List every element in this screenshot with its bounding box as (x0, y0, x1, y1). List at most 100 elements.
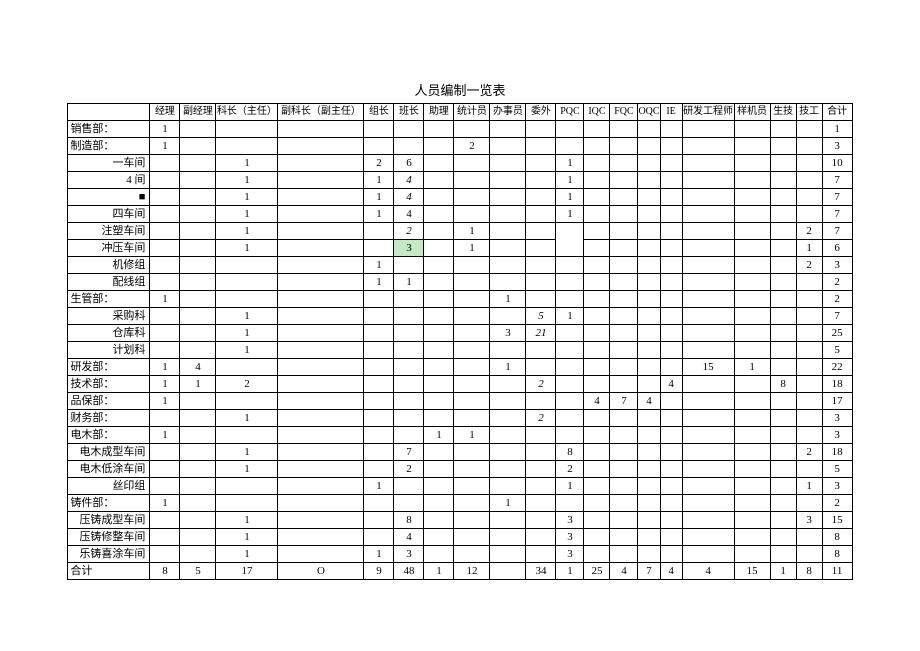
cell: 1 (734, 359, 770, 376)
cell (660, 478, 682, 495)
col-header: 样机员 (734, 104, 770, 121)
cell (556, 359, 584, 376)
cell (682, 325, 734, 342)
cell: 8 (822, 546, 852, 563)
cell (584, 206, 610, 223)
cell (584, 138, 610, 155)
cell (364, 359, 394, 376)
cell: 1 (216, 308, 278, 325)
cell (638, 274, 660, 291)
cell (424, 410, 454, 427)
cell: 4 (610, 563, 638, 580)
cell (638, 410, 660, 427)
cell: 15 (734, 563, 770, 580)
cell (364, 461, 394, 478)
cell (364, 342, 394, 359)
cell: 7 (822, 206, 852, 223)
cell (394, 138, 424, 155)
cell (180, 410, 216, 427)
cell (660, 410, 682, 427)
cell (770, 427, 796, 444)
row-label: 技术部： (68, 376, 150, 393)
cell (490, 155, 526, 172)
table-row: 配线组112 (68, 274, 852, 291)
cell (526, 257, 556, 274)
cell (526, 546, 556, 563)
cell: 1 (150, 393, 180, 410)
cell (682, 172, 734, 189)
cell (364, 495, 394, 512)
cell (556, 427, 584, 444)
row-label: 研发部： (68, 359, 150, 376)
cell (682, 342, 734, 359)
cell (796, 359, 822, 376)
cell: 1 (424, 563, 454, 580)
cell (364, 138, 394, 155)
cell: 1 (216, 529, 278, 546)
cell (424, 495, 454, 512)
table-row: 压铸修整车间1438 (68, 529, 852, 546)
cell (454, 461, 490, 478)
cell (424, 359, 454, 376)
cell: 1 (454, 240, 490, 257)
cell: 1 (364, 274, 394, 291)
cell: 7 (638, 563, 660, 580)
cell: 21 (526, 325, 556, 342)
col-header: 班长 (394, 104, 424, 121)
cell: 2 (822, 291, 852, 308)
cell (180, 478, 216, 495)
cell (610, 512, 638, 529)
cell (180, 342, 216, 359)
cell (584, 223, 610, 240)
cell: 1 (150, 359, 180, 376)
cell (638, 359, 660, 376)
cell (610, 138, 638, 155)
cell (660, 495, 682, 512)
cell (638, 189, 660, 206)
cell (610, 359, 638, 376)
cell: 1 (556, 189, 584, 206)
cell: 4 (394, 189, 424, 206)
cell: 1 (556, 308, 584, 325)
cell (150, 529, 180, 546)
table-row: 采购科1517 (68, 308, 852, 325)
cell (682, 393, 734, 410)
cell (610, 529, 638, 546)
cell: 7 (610, 393, 638, 410)
cell (638, 444, 660, 461)
cell (610, 155, 638, 172)
table-row: 销售部：11 (68, 121, 852, 138)
cell (556, 121, 584, 138)
cell (490, 512, 526, 529)
cell (180, 274, 216, 291)
col-header: 组长 (364, 104, 394, 121)
cell: 3 (394, 240, 424, 257)
col-header: FQC (610, 104, 638, 121)
cell (454, 291, 490, 308)
cell (734, 342, 770, 359)
cell (796, 410, 822, 427)
cell (734, 325, 770, 342)
col-header: 助理 (424, 104, 454, 121)
row-label: 电木部： (68, 427, 150, 444)
row-label: 注塑车间 (68, 223, 150, 240)
cell (770, 342, 796, 359)
cell (454, 393, 490, 410)
cell (150, 410, 180, 427)
row-label: 生管部： (68, 291, 150, 308)
col-header: 生技 (770, 104, 796, 121)
cell (610, 376, 638, 393)
cell (180, 308, 216, 325)
cell: 34 (526, 563, 556, 580)
row-label: ■ (68, 189, 150, 206)
cell (454, 206, 490, 223)
cell (584, 155, 610, 172)
cell (638, 138, 660, 155)
cell (278, 223, 364, 240)
cell (734, 393, 770, 410)
col-header: 委外 (526, 104, 556, 121)
cell (770, 461, 796, 478)
cell (638, 427, 660, 444)
cell: 4 (660, 376, 682, 393)
cell: 1 (364, 257, 394, 274)
